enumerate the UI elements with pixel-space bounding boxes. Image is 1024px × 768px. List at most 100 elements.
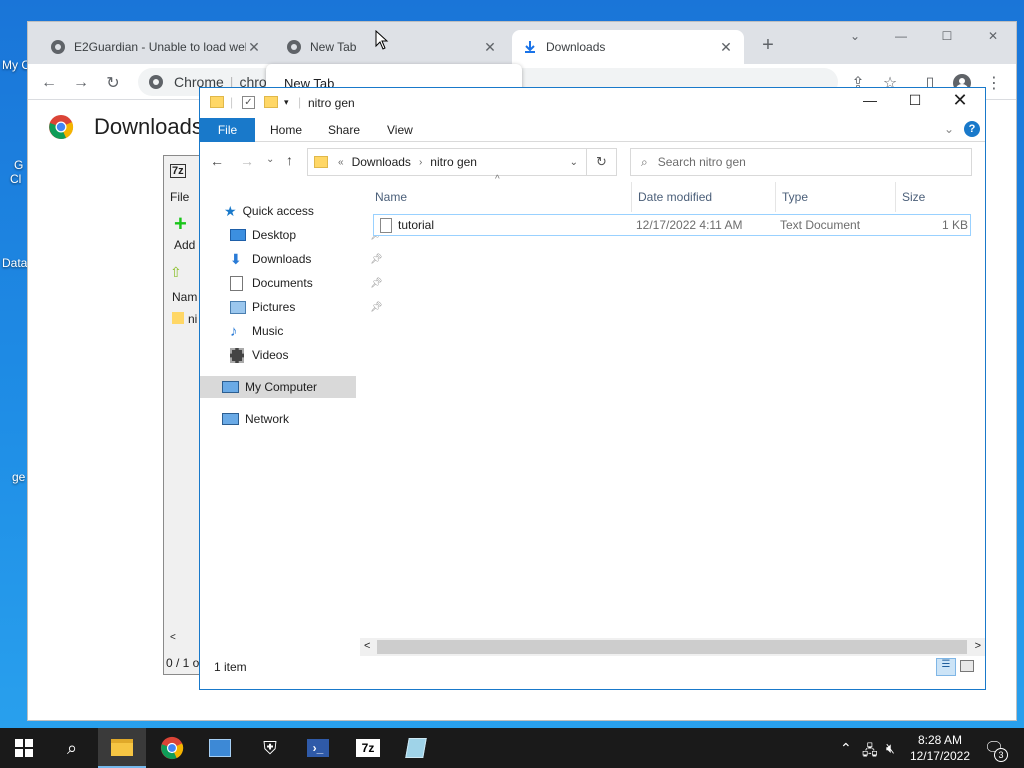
tab-view[interactable]: View	[373, 118, 427, 142]
breadcrumb-item[interactable]: nitro gen	[430, 155, 477, 169]
notification-center-icon[interactable]: 🗨︎ 3	[984, 738, 1008, 762]
window-title: nitro gen	[308, 96, 355, 110]
recent-locations-chevron-icon[interactable]: ⌄	[266, 154, 274, 165]
file-name: tutorial	[398, 218, 435, 232]
column-header-type[interactable]: Type	[776, 182, 896, 212]
explorer-window: | ✓ ▾ | nitro gen — ☐ ✕ File Home Share …	[199, 87, 986, 690]
search-icon: ⌕	[641, 154, 648, 169]
back-arrow-icon[interactable]: ←	[210, 153, 224, 169]
nav-videos[interactable]: Videos	[230, 344, 288, 366]
nav-desktop[interactable]: Desktop 📌︎	[230, 224, 383, 246]
address-dropdown-icon[interactable]: ⌄	[570, 157, 578, 168]
large-icons-view-icon[interactable]	[960, 660, 974, 672]
sevenzip-add-label[interactable]: Add	[174, 238, 195, 252]
sevenzip-window: 7z File + Add ⇧ Nam ni < 0 / 1 o	[163, 155, 203, 675]
details-view-icon[interactable]: ☰	[936, 658, 956, 676]
forward-arrow-icon[interactable]: →	[240, 153, 254, 169]
download-arrow-icon: ⬇	[230, 250, 242, 267]
search-icon[interactable]: ⌕	[48, 728, 96, 768]
tab-share[interactable]: Share	[314, 118, 374, 142]
tray-chevron-up-icon[interactable]: ⌃	[840, 740, 852, 757]
clock[interactable]: 8:28 AM 12/17/2022	[910, 732, 970, 764]
up-arrow-icon[interactable]: ↑	[286, 152, 293, 168]
search-input[interactable]: ⌕ Search nitro gen	[630, 148, 972, 176]
file-size: 1 KB	[941, 218, 968, 232]
desktop-icon-label: Cl	[10, 172, 22, 186]
back-arrow-icon[interactable]: ←	[36, 70, 62, 96]
network-tray-icon[interactable]: 🖧︎	[862, 740, 878, 764]
sevenzip-col-name[interactable]: Nam	[172, 290, 197, 304]
scrollbar-thumb[interactable]	[377, 640, 967, 654]
ribbon-expand-chevron-icon[interactable]: ⌄	[944, 122, 954, 136]
column-header-name[interactable]: Name	[360, 182, 632, 212]
start-windows-icon[interactable]	[0, 728, 48, 768]
chrome-close-icon[interactable]: ✕	[970, 22, 1016, 50]
tab-search-chevron-icon[interactable]: ⌄	[832, 22, 878, 50]
music-note-icon: ♪	[230, 322, 238, 340]
tab-close-icon[interactable]: ✕	[246, 39, 262, 56]
shield-icon[interactable]: ⛨	[246, 728, 294, 768]
desktop-icon-chrome[interactable]: G Cl	[10, 158, 24, 186]
tab-new-tab[interactable]: New Tab ✕	[276, 30, 508, 64]
nav-documents[interactable]: Documents 📌︎	[230, 272, 383, 294]
scroll-right-icon[interactable]: >	[975, 640, 981, 652]
status-item-count: 1 item	[214, 660, 247, 674]
refresh-icon[interactable]: ↻	[587, 148, 617, 176]
nav-music[interactable]: ♪ Music	[230, 320, 283, 342]
horizontal-scrollbar[interactable]: < >	[360, 638, 985, 656]
chrome-maximize-icon[interactable]: ☐	[924, 22, 970, 50]
scroll-left-icon[interactable]: <	[364, 640, 370, 652]
clock-time: 8:28 AM	[917, 733, 962, 747]
address-bar[interactable]: « Downloads › nitro gen ⌄	[307, 148, 587, 176]
quick-access-dropdown-icon[interactable]: ▾	[284, 97, 289, 108]
nav-downloads[interactable]: ⬇ Downloads 📌︎	[230, 248, 383, 270]
desktop-icon-label: G	[14, 158, 24, 172]
breadcrumb-separator-icon[interactable]: ›	[419, 157, 422, 168]
new-folder-icon[interactable]	[264, 96, 278, 108]
computer-icon	[222, 381, 239, 393]
tab-downloads[interactable]: Downloads ✕	[512, 30, 744, 64]
explorer-minimize-icon[interactable]: —	[852, 92, 888, 108]
volume-muted-icon[interactable]: 🔇︎	[886, 740, 895, 757]
breadcrumb-item[interactable]: Downloads	[352, 155, 411, 169]
file-row[interactable]: tutorial 12/17/2022 4:11 AM Text Documen…	[373, 214, 971, 236]
nav-quick-access[interactable]: ★ Quick access	[224, 200, 314, 222]
folder-up-icon[interactable]: ⇧	[170, 264, 182, 281]
file-explorer-taskbar-icon[interactable]	[98, 728, 146, 768]
sevenzip-row-name[interactable]: ni	[188, 312, 197, 326]
column-header-size[interactable]: Size	[896, 182, 973, 212]
tab-file[interactable]: File	[200, 118, 255, 142]
help-icon[interactable]: ?	[964, 121, 980, 137]
desktop-icon-ge[interactable]: ge	[12, 470, 25, 484]
tab-close-icon[interactable]: ✕	[718, 39, 734, 56]
tab-home[interactable]: Home	[256, 118, 316, 142]
tab-title: E2Guardian - Unable to load wel	[74, 40, 246, 54]
explorer-close-icon[interactable]: ✕	[942, 90, 978, 111]
notepad-taskbar-icon[interactable]	[392, 728, 440, 768]
forward-arrow-icon[interactable]: →	[68, 70, 94, 96]
nav-pictures[interactable]: Pictures 📌︎	[230, 296, 383, 318]
add-plus-icon[interactable]: +	[174, 213, 187, 235]
tab-close-icon[interactable]: ✕	[482, 39, 498, 56]
properties-check-icon[interactable]: ✓	[242, 96, 255, 109]
chrome-favicon-icon	[287, 40, 301, 54]
powershell-taskbar-icon[interactable]: ›_	[294, 728, 342, 768]
download-icon	[525, 41, 535, 53]
control-panel-taskbar-icon[interactable]	[196, 728, 244, 768]
new-tab-plus-icon[interactable]: +	[755, 32, 781, 58]
explorer-maximize-icon[interactable]: ☐	[897, 92, 933, 109]
tab-e2guardian[interactable]: E2Guardian - Unable to load wel ✕	[40, 30, 272, 64]
scroll-left-icon[interactable]: <	[170, 632, 176, 643]
nav-my-computer[interactable]: My Computer	[200, 376, 356, 398]
sevenzip-taskbar-icon[interactable]: 7z	[344, 728, 392, 768]
chrome-minimize-icon[interactable]: —	[878, 22, 924, 50]
sevenzip-menu-file[interactable]: File	[170, 190, 189, 204]
mouse-cursor-icon	[375, 30, 389, 50]
desktop-icon-my-computer[interactable]: My C	[2, 58, 30, 72]
nav-network[interactable]: Network	[222, 408, 289, 430]
chrome-taskbar-icon[interactable]	[148, 728, 196, 768]
column-header-date[interactable]: Date modified	[632, 182, 776, 212]
desktop-icon-data[interactable]: Data	[2, 256, 27, 270]
overflow-chevron-icon[interactable]: «	[338, 157, 344, 168]
reload-icon[interactable]: ↻	[100, 70, 126, 96]
